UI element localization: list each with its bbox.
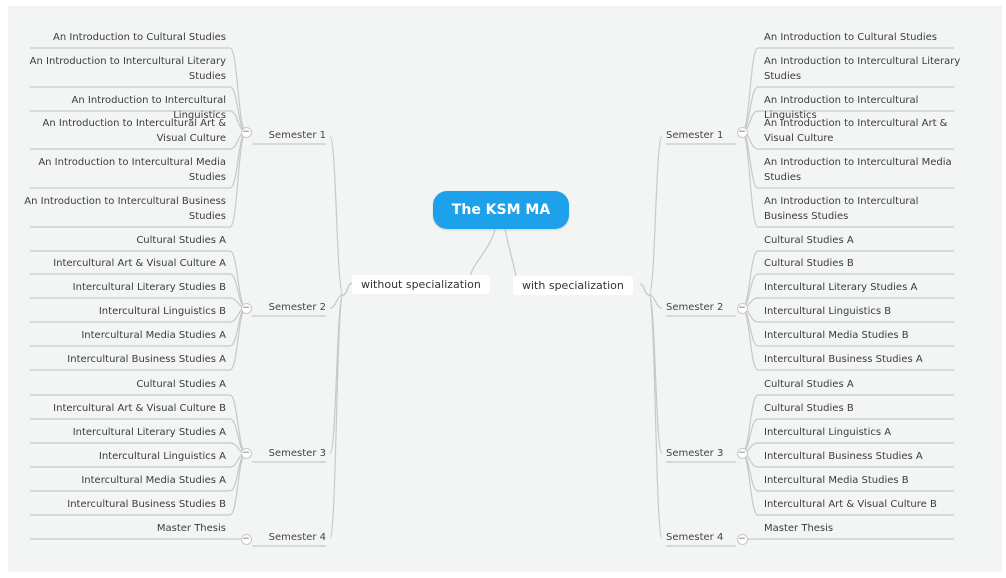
semester-2-without[interactable]: Semester 2 — [262, 300, 326, 315]
course-item[interactable]: Cultural Studies B — [764, 401, 964, 416]
semester-2-with[interactable]: Semester 2 — [666, 300, 730, 315]
course-item[interactable]: Intercultural Business Studies A — [764, 449, 964, 464]
semester-1-with[interactable]: Semester 1 — [666, 128, 730, 143]
course-item[interactable]: Cultural Studies A — [20, 233, 226, 248]
course-item[interactable]: Intercultural Linguistics A — [764, 425, 964, 440]
semester-4-with[interactable]: Semester 4 — [666, 530, 730, 545]
root-topic-label: The KSM MA — [451, 202, 551, 218]
connector — [639, 283, 650, 296]
connector — [329, 135, 344, 296]
course-item[interactable]: An Introduction to Intercultural Literar… — [20, 54, 226, 84]
semester-3-without[interactable]: Semester 3 — [262, 446, 326, 461]
course-item[interactable]: Intercultural Linguistics A — [20, 449, 226, 464]
connector — [741, 131, 759, 228]
course-item[interactable]: Intercultural Business Studies A — [20, 352, 226, 367]
course-item[interactable]: An Introduction to Cultural Studies — [20, 30, 226, 45]
connector — [329, 294, 344, 539]
root-topic[interactable]: The KSM MA — [433, 191, 569, 229]
course-item[interactable]: Intercultural Literary Studies A — [764, 280, 964, 295]
collapse-toggle-icon[interactable]: − — [240, 302, 252, 314]
branch-label: with specialization — [522, 279, 624, 292]
semester-3-with[interactable]: Semester 3 — [666, 446, 730, 461]
collapse-toggle-icon[interactable]: − — [240, 126, 252, 138]
collapse-toggle-icon[interactable]: − — [736, 302, 748, 314]
connector — [648, 294, 663, 539]
course-item[interactable]: Master Thesis — [764, 521, 964, 536]
course-item[interactable]: Intercultural Business Studies A — [764, 352, 964, 367]
course-item[interactable]: An Introduction to Cultural Studies — [764, 30, 964, 45]
semester-4-without[interactable]: Semester 4 — [262, 530, 326, 545]
connector — [229, 131, 247, 228]
connector — [229, 307, 247, 371]
course-item[interactable]: Cultural Studies A — [764, 377, 964, 392]
course-item[interactable]: An Introduction to Intercultural Media S… — [764, 155, 964, 185]
course-item[interactable]: Intercultural Media Studies A — [20, 473, 226, 488]
course-item[interactable]: Master Thesis — [20, 521, 226, 536]
connector — [229, 394, 247, 454]
course-item[interactable]: An Introduction to Intercultural Art & V… — [20, 116, 226, 146]
course-item[interactable]: Cultural Studies A — [764, 233, 964, 248]
course-item[interactable]: Intercultural Literary Studies A — [20, 425, 226, 440]
course-item[interactable]: An Introduction to Intercultural Art & V… — [764, 116, 964, 146]
course-item[interactable]: An Introduction to Intercultural Busines… — [20, 194, 226, 224]
collapse-toggle-icon[interactable]: − — [736, 126, 748, 138]
course-item[interactable]: Intercultural Media Studies B — [764, 473, 964, 488]
connector — [741, 394, 759, 454]
course-item[interactable]: An Introduction to Intercultural Busines… — [764, 194, 964, 224]
course-item[interactable]: Intercultural Linguistics B — [20, 304, 226, 319]
course-item[interactable]: An Introduction to Intercultural Literar… — [764, 54, 964, 84]
course-item[interactable]: Cultural Studies A — [20, 377, 226, 392]
branch-label: without specialization — [361, 278, 481, 291]
branch-without-specialization[interactable]: without specialization — [352, 275, 490, 294]
connector — [229, 452, 247, 516]
connector — [741, 307, 759, 371]
connector — [741, 452, 759, 516]
course-item[interactable]: Intercultural Art & Visual Culture B — [20, 401, 226, 416]
course-item[interactable]: Intercultural Business Studies B — [20, 497, 226, 512]
collapse-toggle-icon[interactable]: − — [736, 447, 748, 459]
connector — [741, 250, 759, 309]
course-item[interactable]: Cultural Studies B — [764, 256, 964, 271]
course-item[interactable]: Intercultural Linguistics B — [764, 304, 964, 319]
connector — [648, 135, 663, 296]
collapse-toggle-icon[interactable]: − — [736, 533, 748, 545]
semester-1-without[interactable]: Semester 1 — [262, 128, 326, 143]
course-item[interactable]: An Introduction to Intercultural Media S… — [20, 155, 226, 185]
course-item[interactable]: Intercultural Art & Visual Culture B — [764, 497, 964, 512]
course-item[interactable]: Intercultural Literary Studies B — [20, 280, 226, 295]
course-item[interactable]: Intercultural Art & Visual Culture A — [20, 256, 226, 271]
connector — [342, 282, 353, 296]
branch-with-specialization[interactable]: with specialization — [513, 276, 633, 295]
collapse-toggle-icon[interactable]: − — [240, 533, 252, 545]
collapse-toggle-icon[interactable]: − — [240, 447, 252, 459]
connector — [229, 250, 247, 309]
course-item[interactable]: Intercultural Media Studies A — [20, 328, 226, 343]
course-item[interactable]: Intercultural Media Studies B — [764, 328, 964, 343]
